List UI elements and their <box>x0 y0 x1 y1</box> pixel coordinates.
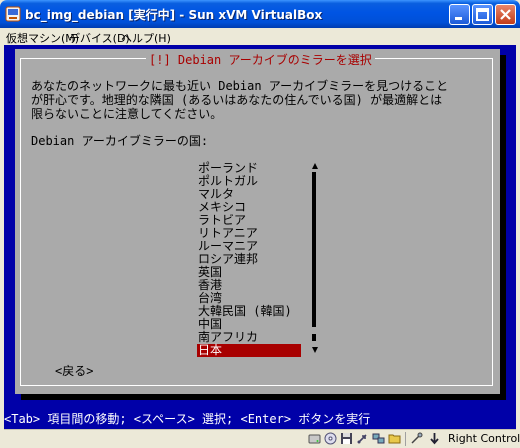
host-key-arrow-icon <box>430 433 439 445</box>
keyboard-help-line: <Tab> 項目間の移動; <スペース> 選択; <Enter> ボタンを実行 <box>4 412 371 426</box>
menu-help[interactable]: ヘルプ(H) <box>121 30 171 46</box>
network-icon[interactable] <box>372 432 385 445</box>
status-bar: Right Control <box>4 429 520 448</box>
description-line-2: が肝心です。地理的な隣国 (あるいはあなたの住んでいる国) が最適解とは <box>31 93 443 107</box>
scroll-position-marker <box>312 334 316 341</box>
mirror-country-dialog: [!] Debian アーカイブのミラーを選択 あなたのネットワークに最も近い … <box>15 49 500 394</box>
scroll-up-arrow-icon[interactable] <box>312 163 318 169</box>
harddisk-icon[interactable] <box>308 432 321 445</box>
shared-folder-icon[interactable] <box>388 432 401 445</box>
scroll-thumb[interactable] <box>312 172 316 327</box>
title-bar[interactable]: bc_img_debian [実行中] - Sun xVM VirtualBox <box>0 0 520 28</box>
description-line-3: 限らないことに注意してください。 <box>31 107 223 121</box>
country-list-label: Debian アーカイブミラーの国: <box>31 134 209 148</box>
description-line-1: あなたのネットワークに最も近い Debian アーカイブミラーを見つけること <box>31 79 449 93</box>
country-list[interactable]: ポーランド ポルトガル マルタ メキシコ ラトビア リトアニア ルーマニア ロシ… <box>197 162 301 357</box>
menu-bar: 仮想マシン(M) デバイス(D) ヘルプ(H) <box>4 28 516 45</box>
status-separator <box>405 432 406 446</box>
list-scrollbar[interactable] <box>312 163 318 357</box>
country-item-selected[interactable]: 日本 <box>197 344 301 357</box>
vm-screen[interactable]: [!] Debian アーカイブのミラーを選択 あなたのネットワークに最も近い … <box>4 45 516 429</box>
maximize-icon <box>476 8 489 21</box>
close-icon <box>500 9 511 20</box>
cdrom-icon[interactable] <box>324 432 337 445</box>
dialog-title: [!] Debian アーカイブのミラーを選択 <box>146 51 375 68</box>
host-key-label: Right Control <box>448 432 520 445</box>
mouse-integration-icon[interactable] <box>410 432 423 445</box>
maximize-button[interactable] <box>472 4 493 25</box>
virtualbox-app-icon[interactable] <box>5 6 21 22</box>
back-button[interactable]: <戻る> <box>55 365 93 378</box>
window-title: bc_img_debian [実行中] - Sun xVM VirtualBox <box>25 8 323 22</box>
usb-icon[interactable] <box>356 432 369 445</box>
close-button[interactable] <box>495 4 516 25</box>
floppy-icon[interactable] <box>340 432 353 445</box>
minimize-icon <box>455 17 462 20</box>
minimize-button[interactable] <box>449 4 470 25</box>
scroll-down-arrow-icon[interactable] <box>312 347 318 353</box>
